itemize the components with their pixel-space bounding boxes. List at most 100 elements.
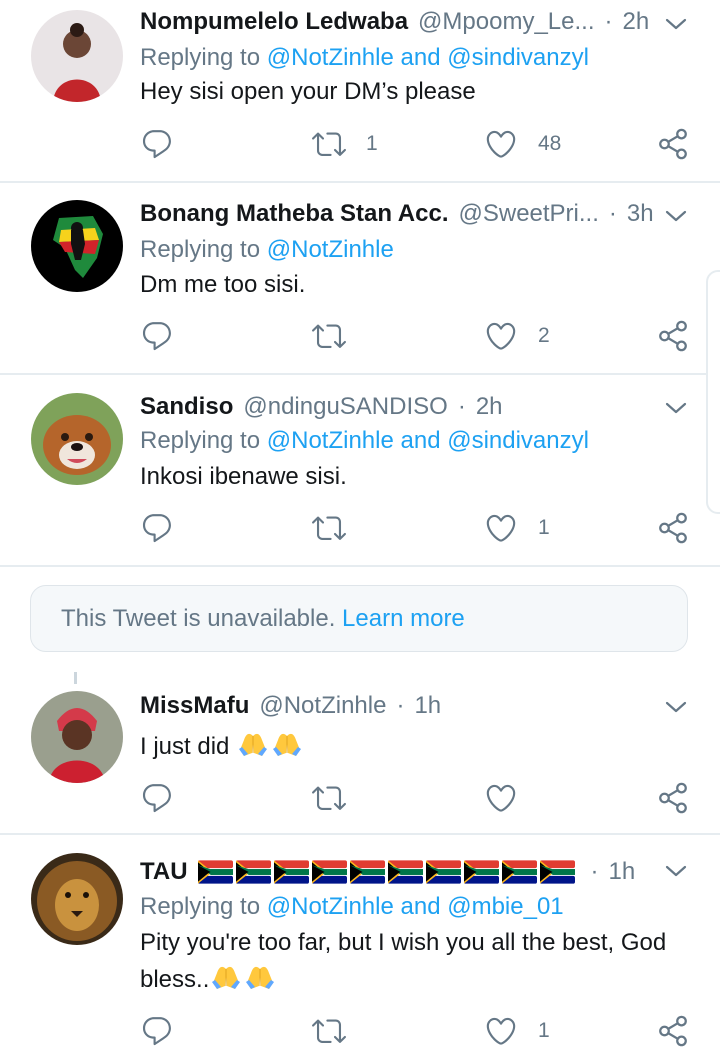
- chevron-down-icon[interactable]: [664, 695, 688, 719]
- reply-button[interactable]: [140, 510, 174, 546]
- south-africa-flag-emoji: [464, 860, 499, 884]
- share-button[interactable]: [656, 780, 690, 816]
- unavailable-text: This Tweet is unavailable.: [61, 604, 336, 632]
- south-africa-flag-emoji: [426, 860, 461, 884]
- user-handle[interactable]: @ndinguSANDISO: [243, 393, 447, 421]
- share-icon: [656, 127, 690, 161]
- tweet-reply[interactable]: Sandiso @ndinguSANDISO · 2h Replying to …: [0, 375, 720, 565]
- tweet-reply[interactable]: TAU · 1h Replying to @NotZinhle and @mbi…: [0, 835, 720, 1062]
- south-africa-flag-emoji: [388, 860, 423, 884]
- separator-dot: ·: [457, 393, 466, 420]
- tweet-reply[interactable]: Nompumelelo Ledwaba @Mpoomy_Le... · 2h R…: [0, 0, 720, 182]
- retweet-icon: [312, 781, 346, 815]
- folded-hands-emoji: [209, 961, 243, 991]
- action-bar: 1 48: [0, 126, 720, 162]
- avatar[interactable]: [31, 393, 123, 485]
- replying-prefix: Replying to: [140, 236, 261, 263]
- south-africa-flag-emoji: [502, 860, 537, 884]
- separator-dot: ·: [590, 858, 599, 885]
- scroll-handle[interactable]: [706, 270, 720, 514]
- chevron-down-icon[interactable]: [664, 859, 688, 883]
- user-name[interactable]: Nompumelelo Ledwaba: [140, 8, 408, 36]
- reply-button[interactable]: [140, 126, 174, 162]
- like-button[interactable]: 48: [484, 126, 561, 162]
- timestamp[interactable]: 3h: [627, 200, 654, 228]
- share-icon: [656, 319, 690, 353]
- reply-icon: [140, 319, 174, 353]
- separator-dot: ·: [604, 8, 613, 35]
- share-icon: [656, 1014, 690, 1048]
- tweet-text: Pity you're too far, but I wish you all …: [140, 925, 680, 998]
- reply-button[interactable]: [140, 318, 174, 354]
- user-handle[interactable]: @SweetPri...: [458, 200, 598, 228]
- reply-icon: [140, 781, 174, 815]
- tweet-text: Dm me too sisi.: [140, 271, 306, 298]
- learn-more-link[interactable]: Learn more: [342, 605, 465, 633]
- tweet-text-line: bless..: [140, 961, 680, 998]
- reply-button[interactable]: [140, 780, 174, 816]
- replying-prefix: Replying to: [140, 893, 261, 920]
- timestamp[interactable]: 1h: [414, 692, 441, 720]
- action-bar: 2: [0, 318, 720, 354]
- like-count: 2: [538, 324, 550, 347]
- user-name[interactable]: TAU: [140, 858, 188, 886]
- share-button[interactable]: [656, 318, 690, 354]
- tweet-reply[interactable]: Bonang Matheba Stan Acc. @SweetPri... · …: [0, 183, 720, 373]
- south-africa-flag-emoji: [540, 860, 575, 884]
- like-count: 48: [538, 132, 562, 155]
- user-name[interactable]: Sandiso: [140, 393, 233, 421]
- like-count: 1: [538, 1019, 550, 1042]
- replying-to: Replying to @NotZinhle and @sindivanzyl: [140, 427, 589, 455]
- reply-mentions[interactable]: @NotZinhle: [267, 236, 394, 263]
- avatar[interactable]: [31, 691, 123, 783]
- tweet-text: Inkosi ibenawe sisi.: [140, 463, 347, 490]
- like-count: 1: [538, 516, 550, 539]
- timestamp[interactable]: 2h: [622, 8, 649, 36]
- chevron-down-icon[interactable]: [664, 204, 688, 228]
- avatar[interactable]: [31, 200, 123, 292]
- tweet-text: I just did: [140, 728, 680, 765]
- retweet-button[interactable]: [312, 318, 346, 354]
- avatar[interactable]: [31, 10, 123, 102]
- user-handle[interactable]: @NotZinhle: [259, 692, 386, 720]
- like-button[interactable]: 2: [484, 318, 550, 354]
- like-button[interactable]: [484, 780, 518, 816]
- heart-icon: [484, 511, 518, 545]
- retweet-icon: [312, 319, 346, 353]
- reply-icon: [140, 511, 174, 545]
- retweet-button[interactable]: 1: [312, 126, 378, 162]
- retweet-button[interactable]: [312, 1013, 346, 1049]
- like-button[interactable]: 1: [484, 510, 550, 546]
- timestamp[interactable]: 1h: [609, 858, 636, 886]
- user-name[interactable]: Bonang Matheba Stan Acc.: [140, 200, 448, 228]
- replying-to: Replying to @NotZinhle and @sindivanzyl: [140, 44, 589, 72]
- unavailable-tweet-notice: This Tweet is unavailable. Learn more: [30, 585, 688, 652]
- share-button[interactable]: [656, 510, 690, 546]
- share-button[interactable]: [656, 126, 690, 162]
- replying-prefix: Replying to: [140, 44, 261, 71]
- avatar[interactable]: [31, 853, 123, 945]
- retweet-icon: [312, 1014, 346, 1048]
- action-bar: 1: [0, 510, 720, 546]
- retweet-button[interactable]: [312, 780, 346, 816]
- retweet-button[interactable]: [312, 510, 346, 546]
- heart-icon: [484, 127, 518, 161]
- share-icon: [656, 781, 690, 815]
- tweet-reply[interactable]: MissMafu @NotZinhle · 1h I just did: [0, 672, 720, 832]
- folded-hands-emoji: [243, 961, 277, 991]
- timestamp[interactable]: 2h: [476, 393, 503, 421]
- chevron-down-icon[interactable]: [664, 396, 688, 420]
- reply-button[interactable]: [140, 1013, 174, 1049]
- south-africa-flag-emoji: [350, 860, 385, 884]
- divider: [0, 565, 720, 567]
- share-button[interactable]: [656, 1013, 690, 1049]
- chevron-down-icon[interactable]: [664, 12, 688, 36]
- user-name[interactable]: MissMafu: [140, 692, 249, 720]
- reply-mentions[interactable]: @NotZinhle and @sindivanzyl: [267, 427, 589, 454]
- reply-mentions[interactable]: @NotZinhle and @mbie_01: [267, 893, 564, 920]
- reply-mentions[interactable]: @NotZinhle and @sindivanzyl: [267, 44, 589, 71]
- user-handle[interactable]: @Mpoomy_Le...: [418, 8, 594, 36]
- replying-prefix: Replying to: [140, 427, 261, 454]
- like-button[interactable]: 1: [484, 1013, 550, 1049]
- retweet-count: 1: [366, 132, 378, 155]
